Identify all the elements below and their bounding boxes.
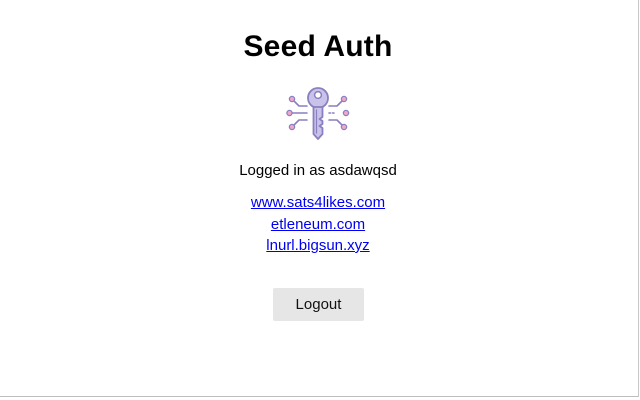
site-link-bigsun[interactable]: lnurl.bigsun.xyz <box>0 235 636 257</box>
site-list: www.sats4likes.com etleneum.com lnurl.bi… <box>0 192 636 257</box>
logout-button[interactable]: Logout <box>273 288 364 321</box>
key-circuit-icon <box>285 86 351 142</box>
extension-popup: Seed Auth Logged in as asdawqsd www.sats… <box>0 0 639 397</box>
login-status-text: Logged in as asdawqsd <box>239 162 397 179</box>
app-title: Seed Auth <box>243 30 393 63</box>
site-link-sats4likes[interactable]: www.sats4likes.com <box>0 192 636 214</box>
site-link-etleneum[interactable]: etleneum.com <box>0 214 636 236</box>
